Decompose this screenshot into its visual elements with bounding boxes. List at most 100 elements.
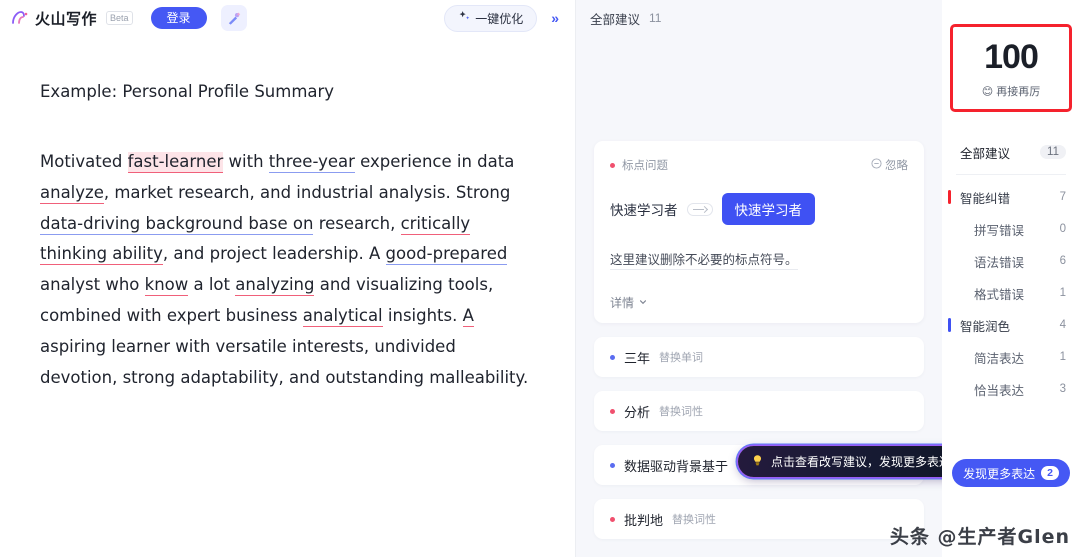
brand-logo[interactable]: 火山写作 Beta — [10, 8, 133, 29]
flagged-text[interactable]: A — [462, 305, 474, 327]
suggestion-row-word: 数据驱动背景基于 — [624, 458, 729, 474]
category-count: 11 — [1040, 145, 1066, 159]
editor-pane: 火山写作 Beta 登录 一键优化 » Example: Personal Pr… — [0, 0, 576, 557]
suggestion-row-action: 替换词性 — [672, 514, 717, 526]
category-label: 格式错误 — [974, 287, 1025, 302]
detail-label: 详情 — [610, 296, 635, 310]
sidebar-item-全部建议[interactable]: 全部建议 11 — [942, 136, 1080, 168]
score-value: 100 — [984, 38, 1039, 76]
sidebar-item-智能润色[interactable]: 智能润色 4 — [942, 309, 1080, 341]
category-label: 拼写错误 — [974, 223, 1025, 238]
smile-emoji-icon: 😊 — [981, 85, 994, 98]
severity-dot-icon — [610, 516, 615, 522]
category-label: 语法错误 — [974, 255, 1025, 270]
sidebar-item-格式错误[interactable]: 格式错误 1 — [942, 277, 1080, 309]
sidebar-item-简洁表达[interactable]: 简洁表达 1 — [942, 341, 1080, 373]
lightbulb-icon — [751, 454, 764, 470]
severity-dot-icon — [610, 354, 615, 360]
flagged-text[interactable]: analyzing — [235, 275, 315, 297]
category-count: 3 — [1059, 383, 1066, 395]
flagged-text[interactable]: good-prepared — [385, 244, 508, 266]
category-count: 4 — [1059, 319, 1066, 331]
text-run: analyst who — [40, 275, 145, 295]
circle-minus-icon — [871, 158, 882, 172]
suggestion-card[interactable]: 标点问题 忽略 快速学习者 快速学习者 这里建议删除不必要的标点符号。 详情 — [594, 141, 924, 323]
suggestions-header-count: 11 — [649, 11, 662, 25]
category-count: 0 — [1059, 223, 1066, 235]
score-card: 100 😊 再接再厉 — [950, 24, 1072, 112]
suggestion-type-tag: 标点问题 — [610, 157, 668, 173]
top-toolbar: 火山写作 Beta 登录 一键优化 » — [0, 0, 575, 36]
category-accent-bar — [948, 190, 951, 204]
suggestion-row-word: 批判地 — [624, 512, 664, 528]
flagged-text[interactable]: know — [144, 275, 189, 297]
volcano-logo-icon — [10, 8, 30, 28]
brand-name: 火山写作 — [35, 10, 98, 28]
suggestion-row[interactable]: 分析 替换词性 — [594, 391, 924, 431]
suggestion-row-word: 分析 — [624, 404, 651, 420]
flagged-text[interactable]: fast-learner — [127, 152, 224, 173]
category-count: 1 — [1059, 287, 1066, 299]
replacement-row: 快速学习者 快速学习者 — [610, 193, 908, 225]
replacement-chip[interactable]: 快速学习者 — [721, 193, 815, 225]
rewrite-hint-tooltip: 点击查看改写建议，发现更多表达 — [738, 446, 942, 477]
severity-dot-icon — [610, 408, 615, 414]
suggestions-header: 全部建议 11 — [576, 0, 942, 36]
arrow-right-icon — [686, 202, 713, 216]
suggestions-pane: 全部建议 11 标点问题 忽略 快速学习者 快速学习者 这里建议删除不必要的标点… — [576, 0, 942, 557]
sidebar-item-智能纠错[interactable]: 智能纠错 7 — [942, 181, 1080, 213]
category-label: 恰当表达 — [974, 383, 1025, 398]
sidebar-item-语法错误[interactable]: 语法错误 6 — [942, 245, 1080, 277]
discover-more-badge: 2 — [1041, 466, 1059, 480]
score-subtitle-label: 再接再厉 — [996, 86, 1041, 98]
text-run: with — [223, 152, 269, 171]
sidebar-item-拼写错误[interactable]: 拼写错误 0 — [942, 213, 1080, 245]
suggestions-header-label: 全部建议 — [590, 12, 641, 27]
flagged-text[interactable]: three-year — [268, 152, 355, 173]
toolbar-right-group: 一键优化 » — [444, 0, 563, 36]
text-run: aspiring learner with versatile interest… — [40, 336, 529, 387]
divider — [956, 174, 1066, 175]
suggestion-card-header: 标点问题 忽略 — [610, 157, 908, 173]
category-label: 全部建议 — [960, 146, 1011, 161]
flagged-text[interactable]: analyze — [40, 182, 104, 204]
ignore-button[interactable]: 忽略 — [871, 157, 908, 173]
watermark: 头条 @生产者Glen — [889, 526, 1070, 548]
category-count: 6 — [1059, 255, 1066, 267]
magic-wand-icon[interactable] — [220, 5, 247, 31]
tooltip-text: 点击查看改写建议，发现更多表达 — [771, 455, 942, 469]
collapse-panel-button[interactable]: » — [547, 9, 563, 27]
severity-dot-icon — [610, 162, 615, 168]
suggestion-description: 这里建议删除不必要的标点符号。 — [610, 249, 798, 270]
category-count: 1 — [1059, 351, 1066, 363]
text-run: research, — [313, 213, 401, 233]
chevron-down-icon — [638, 296, 648, 310]
text-run: a lot — [188, 275, 236, 295]
suggestion-row[interactable]: 批判地 替换词性 — [594, 499, 924, 539]
severity-dot-icon — [610, 462, 615, 468]
sparkle-icon — [458, 10, 471, 26]
one-click-optimize-button[interactable]: 一键优化 — [444, 4, 538, 32]
discover-more-button[interactable]: 发现更多表达 2 — [952, 459, 1070, 487]
detail-toggle[interactable]: 详情 — [610, 294, 908, 311]
category-count: 7 — [1059, 191, 1066, 203]
flagged-text[interactable]: data-driving background base on — [40, 213, 314, 235]
document-area[interactable]: Example: Personal Profile Summary Motiva… — [0, 36, 575, 393]
flagged-text[interactable]: analytical — [302, 305, 383, 327]
suggestion-type-label: 标点问题 — [622, 160, 668, 172]
category-label: 简洁表达 — [974, 351, 1025, 366]
app-root: 火山写作 Beta 登录 一键优化 » Example: Personal Pr… — [0, 0, 1080, 557]
document-title: Example: Personal Profile Summary — [40, 82, 335, 101]
text-run: insights. — [382, 305, 463, 325]
score-sidebar: 100 😊 再接再厉 全部建议 11 智能纠错 7 拼写错误 0 语法错误 6 格式错误 1 智能润… — [942, 0, 1080, 557]
optimize-label: 一键优化 — [475, 11, 524, 26]
sidebar-item-恰当表达[interactable]: 恰当表达 3 — [942, 373, 1080, 405]
suggestion-row[interactable]: 三年 替换单词 — [594, 337, 924, 377]
category-accent-bar — [948, 318, 951, 332]
text-run: , and project leadership. A — [162, 244, 386, 264]
text-run: experience in data — [354, 152, 515, 171]
suggestion-row-action: 替换单词 — [659, 352, 704, 364]
beta-tag: Beta — [106, 11, 133, 25]
document-paragraph[interactable]: Motivated fast-learner with three-year e… — [40, 147, 535, 393]
login-button[interactable]: 登录 — [150, 7, 207, 29]
